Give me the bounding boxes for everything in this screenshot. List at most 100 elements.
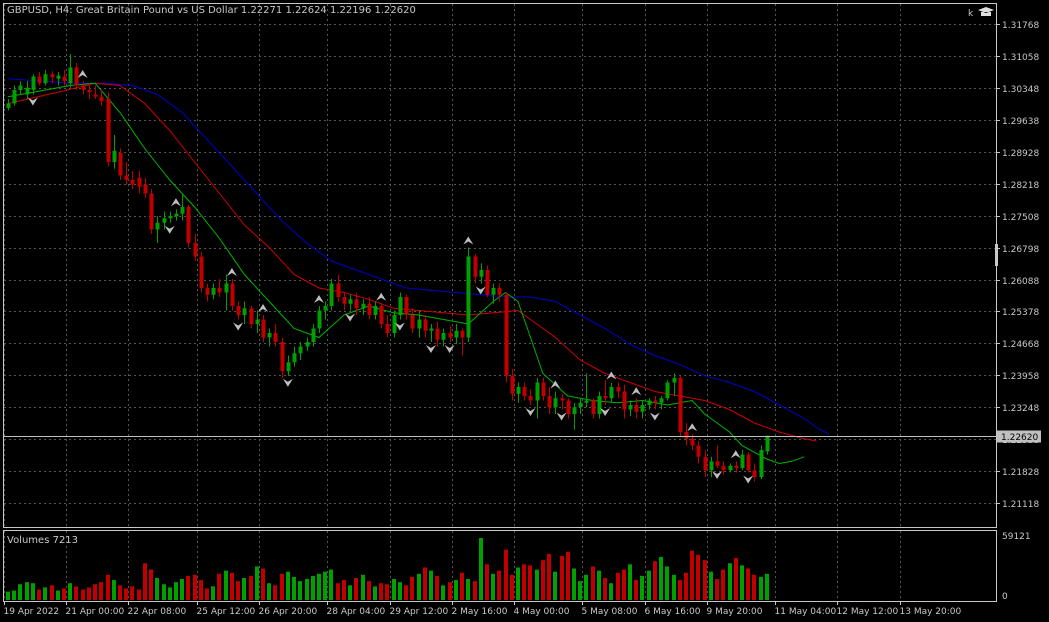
volume-bar: [143, 563, 147, 600]
description: Great Britain Pound vs US Dollar: [76, 5, 239, 16]
volume-bar: [205, 588, 209, 600]
volume-bar: [441, 585, 445, 600]
volume-bar: [217, 573, 221, 600]
volume-bar: [280, 573, 284, 600]
time-tick-label: 2 May 16:00: [452, 607, 508, 617]
candle-body: [441, 333, 446, 340]
candle-body: [211, 288, 216, 295]
candle-body: [361, 303, 366, 309]
candle-body: [373, 306, 378, 316]
volume-bar: [242, 577, 246, 600]
candle-body: [634, 405, 639, 412]
candle-body: [186, 206, 191, 243]
price-tick-label: 1.23958: [1002, 372, 1039, 382]
candle-body: [448, 333, 453, 338]
candle-body: [715, 461, 720, 466]
volume-bar: [628, 564, 632, 600]
price-chart[interactable]: 1.31768 1.31058 1.30348 1.29638 1.28928 1.282…: [0, 0, 1049, 622]
candle-body: [429, 328, 434, 331]
price-tick-label: 1.25378: [1002, 308, 1039, 318]
volume-bar: [690, 550, 694, 600]
volume-bar: [323, 571, 327, 600]
candle-body: [597, 396, 602, 415]
volume-bar: [473, 581, 477, 600]
volume-bar: [87, 587, 91, 600]
candle-body: [560, 398, 565, 401]
time-tick-label: 29 Apr 12:00: [390, 607, 449, 617]
candle-body: [696, 445, 701, 457]
volume-bar: [18, 584, 22, 600]
candle-body: [640, 405, 645, 412]
candle-body: [746, 454, 751, 471]
price-tick-label: 1.21828: [1002, 468, 1039, 478]
candle: [329, 279, 334, 311]
volume-bar: [25, 582, 29, 600]
volume-bar: [709, 571, 713, 600]
volume-bar: [68, 583, 72, 600]
volume-bar: [584, 574, 588, 600]
volume-bar: [329, 569, 333, 600]
candle-body: [354, 299, 359, 309]
volume-bar: [603, 577, 607, 600]
candle-body: [479, 270, 484, 277]
candle-body: [466, 256, 471, 338]
candle-body: [317, 310, 322, 329]
candle-body: [174, 213, 179, 216]
volume-bar: [684, 572, 688, 600]
price-tick-label: 1.26088: [1002, 277, 1039, 287]
price-tick-label: 1.29638: [1002, 117, 1039, 127]
timeframe: H4: [55, 5, 69, 16]
volume-bar: [759, 576, 763, 600]
volume-bar: [193, 574, 197, 600]
volume-bar: [765, 573, 769, 600]
candle-body: [292, 353, 297, 363]
candle-body: [572, 407, 577, 415]
volume-bar: [267, 583, 271, 600]
price-tick-label: 1.23248: [1002, 404, 1039, 414]
volume-bar: [348, 585, 352, 600]
candle-body: [616, 387, 621, 392]
candle-body: [193, 242, 198, 257]
current-price-text: 1.22620: [1001, 433, 1038, 443]
volume-bar: [74, 586, 78, 600]
volume-bar: [491, 573, 495, 600]
candle-body: [298, 346, 303, 354]
candle-body: [647, 400, 652, 406]
candle-body: [273, 333, 278, 343]
price-tick-label: 1.28218: [1002, 181, 1039, 191]
volume-bar: [211, 586, 215, 600]
volume-bar: [466, 579, 470, 600]
volume-bar: [566, 551, 570, 600]
volume-bar: [634, 580, 638, 600]
candle-body: [417, 319, 422, 329]
volume-bar: [112, 580, 116, 600]
price-axis-scroll-handle[interactable]: [995, 244, 998, 266]
candle-body: [690, 438, 695, 446]
volume-bar: [180, 579, 184, 600]
candle-body: [535, 382, 540, 401]
volume-bar: [516, 567, 520, 600]
volume-bar: [597, 570, 601, 600]
candle-body: [112, 150, 117, 162]
price-tick-label: 1.30348: [1002, 85, 1039, 95]
volume-bar: [417, 573, 421, 600]
volume-bar: [647, 570, 651, 600]
candle-body: [734, 465, 739, 469]
volume-bar: [653, 561, 657, 600]
candle-body: [280, 342, 285, 372]
volume-bar: [423, 567, 427, 600]
candle: [504, 292, 509, 383]
volume-bar: [199, 580, 203, 600]
volume-bar: [485, 564, 489, 600]
candle-body: [398, 297, 403, 316]
candle-body: [236, 306, 241, 316]
candle-body: [528, 396, 533, 401]
volume-bar: [560, 555, 564, 600]
time-tick-label: 9 May 20:00: [707, 607, 763, 617]
volume-bar: [740, 565, 744, 600]
candle-body: [740, 454, 745, 469]
candle-body: [162, 218, 167, 223]
candle-body: [205, 288, 210, 295]
volume-bar: [435, 575, 439, 600]
volume-bar: [522, 564, 526, 600]
